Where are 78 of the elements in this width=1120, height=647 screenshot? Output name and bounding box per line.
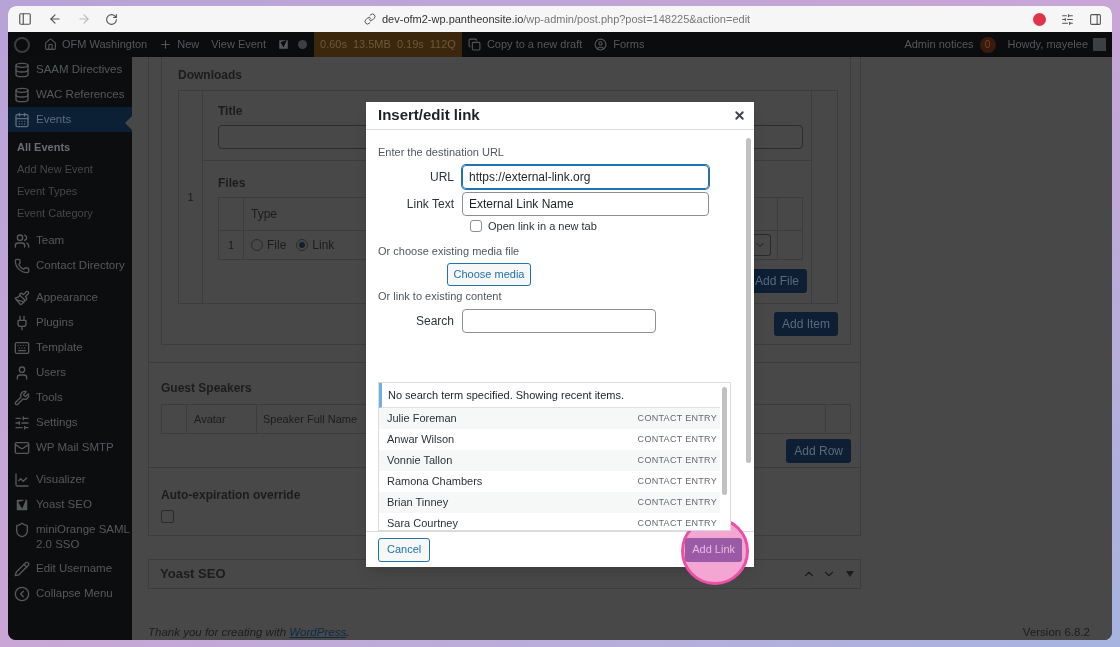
menu-icon [14,365,30,381]
menu-icon [14,112,30,128]
result-row[interactable]: Brian Tinney CONTACT ENTRY [379,492,720,513]
avatar-icon [1093,38,1106,51]
sidebar-item[interactable]: Settings [8,410,132,435]
section-heading: Or choose existing media file [378,244,521,258]
add-link-button[interactable]: Add Link [685,537,742,562]
menu-icon [14,522,30,538]
sidebar-item[interactable]: Template [8,335,132,360]
panel-icon[interactable] [1089,12,1102,26]
notices-link[interactable]: Admin notices [904,36,974,53]
url-input[interactable]: https://external-link.org [462,165,709,189]
new-link[interactable]: New [159,36,200,53]
close-icon[interactable] [733,109,746,122]
field-label: URL [429,169,455,186]
extension-icon[interactable] [1033,12,1046,26]
menu-icon [14,415,30,431]
result-row[interactable]: Julie Foreman CONTACT ENTRY [379,408,720,429]
choose-media-button[interactable]: Choose media [447,263,531,286]
menu-icon [14,315,30,331]
menu-icon [14,233,30,249]
sidebar-item[interactable]: WAC References [8,82,132,107]
sidebar-item[interactable]: Plugins [8,310,132,335]
field-label: Link Text [405,196,455,213]
menu-icon [14,62,30,78]
cancel-button[interactable]: Cancel [378,537,431,562]
section-heading: Enter the destination URL [378,145,505,159]
sidebar-item[interactable]: Yoast SEO [8,492,132,517]
sidebar-item[interactable]: Visualizer [8,467,132,492]
sidebar-item[interactable]: Tools [8,385,132,410]
link-icon [364,13,376,25]
copy-draft-link[interactable]: Copy to a new draft [467,36,583,53]
search-input[interactable] [462,309,656,333]
plus-icon [159,38,173,51]
add-row-button[interactable]: Add Row [786,439,851,463]
dialog-title: Insert/edit link [378,105,480,126]
sidebar-item[interactable]: Edit Username [8,556,132,581]
forms-link[interactable]: Forms [594,36,645,53]
menu-icon [14,390,30,406]
address-bar[interactable]: dev-ofm2-wp.pantheonsite.io/wp-admin/post.php?post=148225&action=edit [364,10,751,28]
sidebar-item[interactable]: Events [8,107,132,132]
toggle-triangle-icon[interactable] [846,571,854,577]
sidebar-item[interactable]: Users [8,360,132,385]
result-row[interactable]: Vonnie Tallon CONTACT ENTRY [379,450,720,471]
field-label: Search [414,313,455,330]
sidebar-item[interactable]: Collapse Menu [8,581,132,606]
sidebar-toggle-icon[interactable] [18,12,32,26]
house-icon [44,38,57,51]
menu-icon [14,87,30,103]
back-icon[interactable] [48,12,62,26]
section-heading: Or link to existing content [378,289,503,303]
submenu-item[interactable]: All Events [8,136,132,158]
site-link[interactable]: OFM Washington [44,36,148,53]
submenu-item[interactable]: Event Category [8,202,132,224]
menu-icon [14,440,30,456]
sliders-icon[interactable] [1061,12,1074,26]
sidebar-item[interactable]: Team [8,228,132,253]
sidebar-item[interactable]: Contact Directory [8,253,132,278]
reload-icon[interactable] [105,12,118,26]
menu-icon [14,290,30,306]
new-tab-option[interactable]: Open link in a new tab [470,218,754,234]
menu-icon [14,586,30,602]
account-link[interactable]: Howdy, mayelee [1007,36,1088,53]
sidebar-item[interactable]: Appearance [8,285,132,310]
submenu-item[interactable]: Add New Event [8,158,132,180]
menu-icon [14,258,30,274]
menu-icon [14,472,30,488]
sidebar-item[interactable]: miniOrange SAML 2.0 SSO [8,517,132,556]
checkbox[interactable] [161,510,174,523]
menu-icon [14,561,30,577]
sidebar-item[interactable]: SAAM Directives [8,57,132,82]
link-text-input[interactable]: External Link Name [462,192,709,216]
view-link[interactable]: View Event [211,36,267,53]
submenu-item[interactable]: Event Types [8,180,132,202]
menu-icon [14,340,30,356]
copy-icon [467,38,481,51]
sidebar-item[interactable]: WP Mail SMTP [8,435,132,460]
add-item-button[interactable]: Add Item [773,312,838,336]
